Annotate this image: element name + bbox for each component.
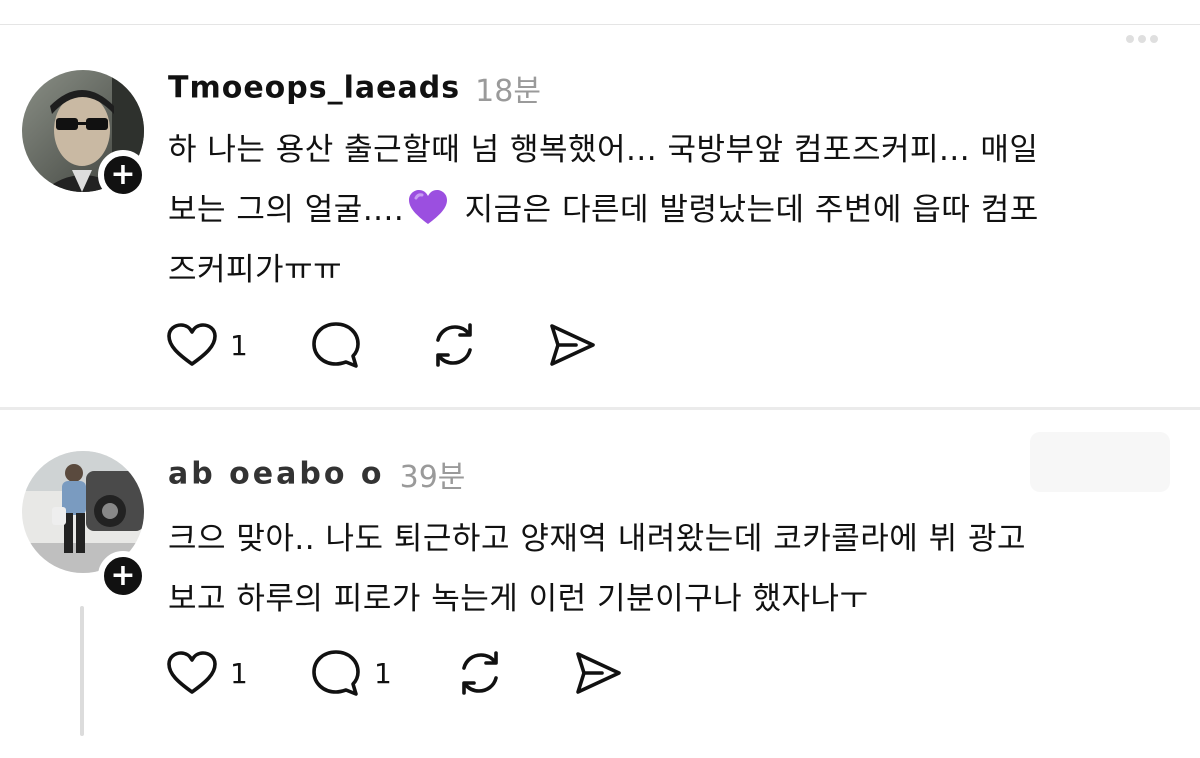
heart-icon — [167, 651, 217, 694]
share-button[interactable] — [546, 320, 598, 370]
body-line: 크으 맞아.. 나도 퇴근하고 양재역 내려왔는데 코카콜라에 뷔 광고 — [168, 521, 1027, 557]
like-count: 1 — [230, 656, 248, 690]
repost-icon — [462, 651, 498, 695]
like-count: 1 — [230, 328, 248, 362]
body-line: 즈커피가ㅠㅠ — [168, 252, 343, 288]
author-avatar[interactable]: + — [22, 70, 148, 200]
send-icon — [550, 324, 595, 366]
repost-button[interactable] — [428, 320, 480, 370]
threads-feed: + Tmoeops_laeads 18분 하 나는 용산 출근할때 넘 행복했어… — [0, 0, 1200, 758]
thread-post[interactable]: + Tmoeops_laeads 18분 하 나는 용산 출근할때 넘 행복했어… — [0, 0, 1200, 406]
post-header: ab oeabo o 39분 — [168, 452, 465, 498]
body-line-segment: 보는 그의 얼굴.... — [168, 192, 405, 228]
share-button[interactable] — [572, 648, 624, 698]
send-icon — [576, 652, 621, 694]
heart-icon — [167, 323, 217, 366]
thread-line — [80, 606, 84, 736]
username[interactable]: ab oeabo o — [168, 457, 385, 492]
repost-button[interactable] — [454, 648, 506, 698]
follow-plus-icon[interactable]: + — [98, 150, 148, 200]
body-line-segment: 지금은 다른데 발령났는데 주변에 읍따 컴포 — [454, 192, 1039, 228]
body-line: 보고 하루의 피로가 녹는게 이런 기분이구나 했자나ㅜ — [168, 581, 869, 617]
like-button[interactable]: 1 — [166, 320, 248, 370]
reply-button[interactable]: 1 — [310, 648, 392, 698]
thread-post[interactable]: + ab oeabo o 39분 크으 맞아.. 나도 퇴근하고 양재역 내려왔… — [0, 410, 1200, 758]
timestamp: 39분 — [399, 460, 466, 495]
post-body: 하 나는 용산 출근할때 넘 행복했어... 국방부앞 컴포즈커피... 매일 … — [168, 120, 1168, 300]
username[interactable]: Tmoeops_laeads — [168, 71, 460, 106]
comment-icon — [312, 322, 360, 368]
reply-button[interactable] — [310, 320, 374, 370]
purple-heart-emoji-icon — [409, 190, 448, 224]
author-avatar[interactable]: + — [22, 451, 148, 601]
body-line: 보는 그의 얼굴.... 지금은 다른데 발령났는데 주변에 읍따 컴포 — [168, 180, 1168, 240]
body-line: 하 나는 용산 출근할때 넘 행복했어... 국방부앞 컴포즈커피... 매일 — [168, 132, 1039, 168]
timestamp: 18분 — [475, 74, 541, 109]
follow-plus-icon[interactable]: + — [98, 551, 148, 601]
post-header: Tmoeops_laeads 18분 — [168, 66, 541, 112]
post-body: 크으 맞아.. 나도 퇴근하고 양재역 내려왔는데 코카콜라에 뷔 광고 보고 … — [168, 509, 1168, 629]
reply-count: 1 — [374, 656, 392, 690]
repost-icon — [436, 323, 472, 367]
comment-icon — [312, 650, 360, 696]
like-button[interactable]: 1 — [166, 648, 248, 698]
